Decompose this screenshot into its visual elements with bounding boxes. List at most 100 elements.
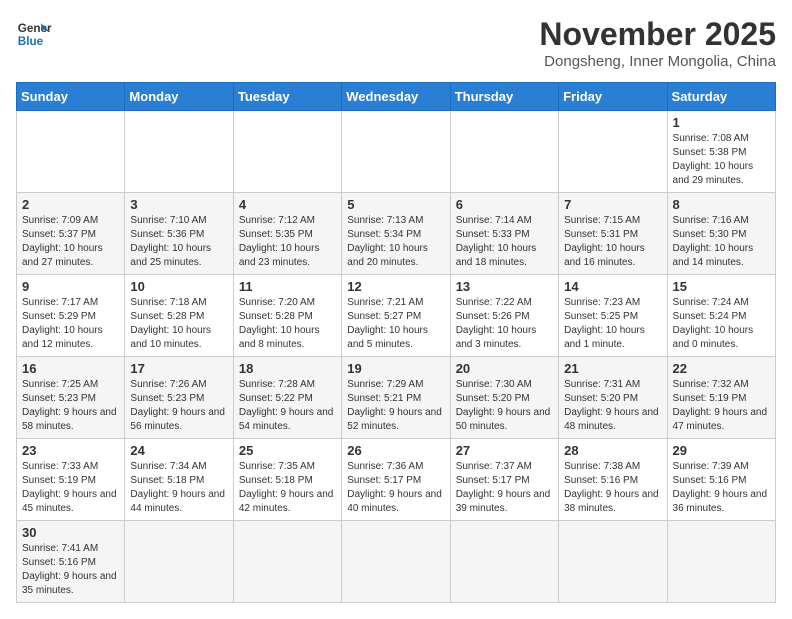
- day-info: Sunrise: 7:41 AM Sunset: 5:16 PM Dayligh…: [22, 542, 119, 598]
- table-row: 1Sunrise: 7:08 AM Sunset: 5:38 PM Daylig…: [667, 111, 775, 193]
- logo: General Blue: [16, 16, 52, 52]
- day-number: 22: [673, 361, 770, 376]
- table-row: 17 Sunrise: 7:26 AM Sunset: 5:23 PM Dayli…: [125, 357, 233, 439]
- day-info: Sunrise: 7:37 AM Sunset: 5:17 PM Dayligh…: [456, 460, 553, 516]
- day-number: 1: [673, 115, 770, 130]
- table-row: 25 Sunrise: 7:35 AM Sunset: 5:18 PM Dayli…: [233, 439, 341, 521]
- day-number: 19: [347, 361, 444, 376]
- day-number: 24: [130, 443, 227, 458]
- header-friday: Friday: [559, 83, 667, 111]
- day-info: Sunrise: 7:12 AM Sunset: 5:35 PM Dayligh…: [239, 214, 336, 270]
- day-number: 26: [347, 443, 444, 458]
- day-number: 16: [22, 361, 119, 376]
- table-row: 22 Sunrise: 7:32 AM Sunset: 5:19 PM Dayli…: [667, 357, 775, 439]
- table-row: 23 Sunrise: 7:33 AM Sunset: 5:19 PM Dayli…: [17, 439, 125, 521]
- table-row: 9 Sunrise: 7:17 AM Sunset: 5:29 PM Daylig…: [17, 275, 125, 357]
- table-row: [233, 521, 341, 603]
- table-row: 30 Sunrise: 7:41 AM Sunset: 5:16 PM Dayli…: [17, 521, 125, 603]
- table-row: 7Sunrise: 7:15 AM Sunset: 5:31 PM Daylig…: [559, 193, 667, 275]
- day-info: Sunrise: 7:14 AM Sunset: 5:33 PM Dayligh…: [456, 214, 553, 270]
- day-number: 14: [564, 279, 661, 294]
- header-sunday: Sunday: [17, 83, 125, 111]
- day-number: 10: [130, 279, 227, 294]
- table-row: 15Sunrise: 7:24 AM Sunset: 5:24 PM Dayli…: [667, 275, 775, 357]
- day-info: Sunrise: 7:35 AM Sunset: 5:18 PM Dayligh…: [239, 460, 336, 516]
- calendar: Sunday Monday Tuesday Wednesday Thursday…: [16, 82, 776, 603]
- day-number: 21: [564, 361, 661, 376]
- month-title: November 2025: [539, 16, 776, 53]
- day-number: 7: [564, 197, 661, 212]
- table-row: 8 Sunrise: 7:16 AM Sunset: 5:30 PM Daylig…: [667, 193, 775, 275]
- day-info: Sunrise: 7:17 AM Sunset: 5:29 PM Dayligh…: [22, 296, 119, 352]
- day-info: Sunrise: 7:20 AM Sunset: 5:28 PM Dayligh…: [239, 296, 336, 352]
- table-row: 12Sunrise: 7:21 AM Sunset: 5:27 PM Dayli…: [342, 275, 450, 357]
- calendar-week-row: 9 Sunrise: 7:17 AM Sunset: 5:29 PM Daylig…: [17, 275, 776, 357]
- table-row: [342, 521, 450, 603]
- day-info: Sunrise: 7:39 AM Sunset: 5:16 PM Dayligh…: [673, 460, 770, 516]
- day-info: Sunrise: 7:34 AM Sunset: 5:18 PM Dayligh…: [130, 460, 227, 516]
- header-tuesday: Tuesday: [233, 83, 341, 111]
- day-number: 25: [239, 443, 336, 458]
- day-number: 11: [239, 279, 336, 294]
- table-row: 27 Sunrise: 7:37 AM Sunset: 5:17 PM Dayli…: [450, 439, 558, 521]
- day-info: Sunrise: 7:23 AM Sunset: 5:25 PM Dayligh…: [564, 296, 661, 352]
- table-row: [233, 111, 341, 193]
- day-number: 17: [130, 361, 227, 376]
- table-row: 26 Sunrise: 7:36 AM Sunset: 5:17 PM Dayli…: [342, 439, 450, 521]
- day-info: Sunrise: 7:28 AM Sunset: 5:22 PM Dayligh…: [239, 378, 336, 434]
- day-info: Sunrise: 7:29 AM Sunset: 5:21 PM Dayligh…: [347, 378, 444, 434]
- day-info: Sunrise: 7:21 AM Sunset: 5:27 PM Dayligh…: [347, 296, 444, 352]
- day-info: Sunrise: 7:13 AM Sunset: 5:34 PM Dayligh…: [347, 214, 444, 270]
- day-info: Sunrise: 7:36 AM Sunset: 5:17 PM Dayligh…: [347, 460, 444, 516]
- calendar-week-row: 23 Sunrise: 7:33 AM Sunset: 5:19 PM Dayli…: [17, 439, 776, 521]
- table-row: [342, 111, 450, 193]
- calendar-week-row: 1Sunrise: 7:08 AM Sunset: 5:38 PM Daylig…: [17, 111, 776, 193]
- table-row: 20Sunrise: 7:30 AM Sunset: 5:20 PM Dayli…: [450, 357, 558, 439]
- table-row: [125, 111, 233, 193]
- table-row: [559, 111, 667, 193]
- svg-text:Blue: Blue: [18, 35, 44, 48]
- day-number: 27: [456, 443, 553, 458]
- logo-icon: General Blue: [16, 16, 52, 52]
- location-title: Dongsheng, Inner Mongolia, China: [539, 53, 776, 70]
- calendar-week-row: 2Sunrise: 7:09 AM Sunset: 5:37 PM Daylig…: [17, 193, 776, 275]
- table-row: [559, 521, 667, 603]
- header-monday: Monday: [125, 83, 233, 111]
- day-info: Sunrise: 7:26 AM Sunset: 5:23 PM Dayligh…: [130, 378, 227, 434]
- table-row: 4Sunrise: 7:12 AM Sunset: 5:35 PM Daylig…: [233, 193, 341, 275]
- day-info: Sunrise: 7:30 AM Sunset: 5:20 PM Dayligh…: [456, 378, 553, 434]
- day-number: 9: [22, 279, 119, 294]
- day-number: 23: [22, 443, 119, 458]
- day-info: Sunrise: 7:16 AM Sunset: 5:30 PM Dayligh…: [673, 214, 770, 270]
- day-number: 13: [456, 279, 553, 294]
- day-info: Sunrise: 7:25 AM Sunset: 5:23 PM Dayligh…: [22, 378, 119, 434]
- day-info: Sunrise: 7:10 AM Sunset: 5:36 PM Dayligh…: [130, 214, 227, 270]
- day-number: 28: [564, 443, 661, 458]
- day-number: 30: [22, 525, 119, 540]
- day-number: 15: [673, 279, 770, 294]
- day-info: Sunrise: 7:31 AM Sunset: 5:20 PM Dayligh…: [564, 378, 661, 434]
- day-info: Sunrise: 7:38 AM Sunset: 5:16 PM Dayligh…: [564, 460, 661, 516]
- table-row: 13 Sunrise: 7:22 AM Sunset: 5:26 PM Dayli…: [450, 275, 558, 357]
- table-row: [450, 521, 558, 603]
- table-row: [450, 111, 558, 193]
- table-row: 14 Sunrise: 7:23 AM Sunset: 5:25 PM Dayli…: [559, 275, 667, 357]
- day-info: Sunrise: 7:22 AM Sunset: 5:26 PM Dayligh…: [456, 296, 553, 352]
- table-row: [125, 521, 233, 603]
- day-number: 8: [673, 197, 770, 212]
- header-wednesday: Wednesday: [342, 83, 450, 111]
- day-info: Sunrise: 7:32 AM Sunset: 5:19 PM Dayligh…: [673, 378, 770, 434]
- calendar-week-row: 30 Sunrise: 7:41 AM Sunset: 5:16 PM Dayli…: [17, 521, 776, 603]
- table-row: [667, 521, 775, 603]
- table-row: [17, 111, 125, 193]
- table-row: 28 Sunrise: 7:38 AM Sunset: 5:16 PM Dayli…: [559, 439, 667, 521]
- day-number: 5: [347, 197, 444, 212]
- table-row: 10 Sunrise: 7:18 AM Sunset: 5:28 PM Dayli…: [125, 275, 233, 357]
- day-info: Sunrise: 7:18 AM Sunset: 5:28 PM Dayligh…: [130, 296, 227, 352]
- day-info: Sunrise: 7:33 AM Sunset: 5:19 PM Dayligh…: [22, 460, 119, 516]
- header-saturday: Saturday: [667, 83, 775, 111]
- header-thursday: Thursday: [450, 83, 558, 111]
- svg-text:General: General: [18, 22, 52, 35]
- day-number: 2: [22, 197, 119, 212]
- table-row: 21 Sunrise: 7:31 AM Sunset: 5:20 PM Dayli…: [559, 357, 667, 439]
